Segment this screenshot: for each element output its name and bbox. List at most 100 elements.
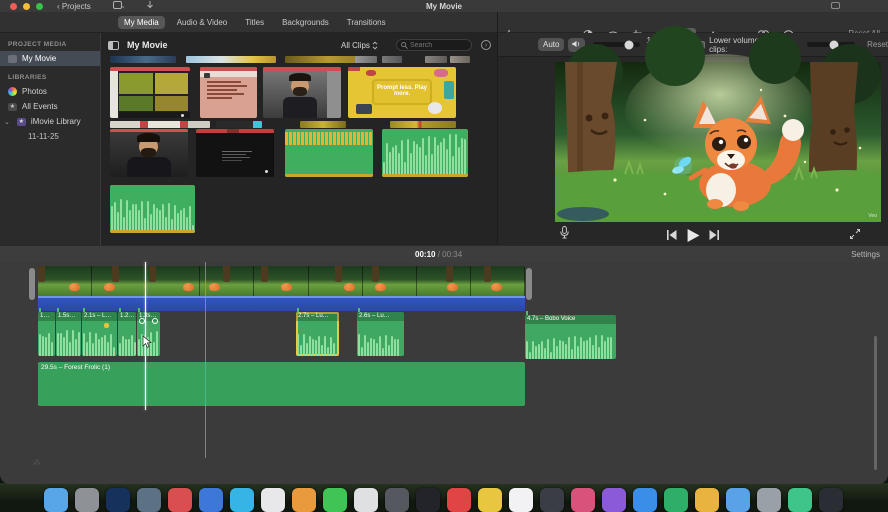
dock-app-icon[interactable] [416,488,440,512]
dock-app-icon[interactable] [509,488,533,512]
timeline-scrollbar[interactable] [874,336,877,470]
autoplay-circle-icon[interactable]: › [481,40,491,50]
thumbnail-audio-waveform[interactable] [382,129,468,177]
import-media-icon[interactable] [113,1,124,11]
tab-audio-video[interactable]: Audio & Video [171,16,234,29]
filmstrip-frame[interactable] [200,266,254,296]
volume-slider-knob[interactable] [625,40,634,49]
sfx-clip-5[interactable]: 1.3s… [137,312,160,356]
thumbnail-yellow-promo[interactable]: Prompt less. Play more. [348,67,456,118]
filmstrip-frame[interactable] [254,266,308,296]
download-arrow-icon[interactable] [146,1,154,12]
search-input[interactable] [410,42,466,49]
filmstrip-clip-gray-1[interactable] [355,56,377,63]
dock-app-icon[interactable] [261,488,285,512]
timeline-filmstrip[interactable] [38,266,525,296]
clip-trim-handle-right[interactable] [526,268,532,300]
fade-handle-icon[interactable] [152,318,158,324]
thumbnail-notes-page[interactable] [200,67,257,118]
filmstrip-clip-gray-4[interactable] [450,56,470,63]
sidebar-item-photos[interactable]: Photos [0,84,100,99]
dock-app-icon[interactable] [478,488,502,512]
back-to-projects-button[interactable]: ‹ Projects [57,2,91,11]
chevron-down-icon[interactable]: ⌄ [4,118,10,126]
dock-app-icon[interactable] [230,488,254,512]
filmstrip-frame[interactable] [309,266,363,296]
auto-volume-button[interactable]: Auto [538,38,564,51]
dock-app-icon[interactable] [602,488,626,512]
thumbnail-presenter-webcam[interactable] [263,67,341,118]
sidebar-item-event-11-11-25[interactable]: 11-11-25 [0,129,100,143]
close-window-button[interactable] [10,3,17,10]
thumbnail-audio-waveform-2[interactable] [110,185,195,233]
dock-app-icon[interactable] [354,488,378,512]
next-frame-icon[interactable] [710,230,720,240]
dock-app-icon[interactable] [633,488,657,512]
previous-frame-icon[interactable] [667,230,677,240]
dock-app-icon[interactable] [726,488,750,512]
filmstrip-clip-blue[interactable] [110,56,176,63]
video-audio-bar[interactable] [38,296,525,311]
dock-app-icon[interactable] [44,488,68,512]
dock-app-icon[interactable] [664,488,688,512]
sidebar-item-imovie-library[interactable]: ⌄ ★ iMovie Library [0,114,100,129]
voice-clip-bobo[interactable]: 4.7s – Bobo Voice [525,315,616,359]
filmstrip-frame[interactable] [417,266,471,296]
dock-app-icon[interactable] [447,488,471,512]
dock-app-icon[interactable] [323,488,347,512]
settings-button[interactable]: Settings [851,250,880,259]
filmstrip-clip-gradient[interactable] [186,56,276,63]
thumbnail-dark-screen-recording[interactable] [196,129,274,177]
sfx-clip-3[interactable]: 2.1s – L… [82,312,117,356]
filmstrip-frame[interactable] [92,266,146,296]
filmstrip-clip-gray-2[interactable] [382,56,402,63]
clip-marker-icon[interactable] [104,323,109,328]
clips-filter-dropdown[interactable]: All Clips [341,41,378,50]
sfx-clip-2[interactable]: 1.5s… [56,312,81,356]
filmstrip-clip-gray-3[interactable] [425,56,447,63]
sfx-clip-6-selected[interactable]: 2.7s – Lu… [296,312,339,356]
dock-app-icon[interactable] [571,488,595,512]
dock-app-icon[interactable] [385,488,409,512]
sidebar-item-all-events[interactable]: ★ All Events [0,99,100,114]
sfx-clip-4[interactable]: 1.2… [118,312,136,356]
filmstrip-frame[interactable] [146,266,200,296]
dock-app-icon[interactable] [75,488,99,512]
display-icon[interactable] [831,2,840,9]
tab-my-media[interactable]: My Media [118,16,165,29]
thumbnail-presenter-portrait[interactable] [110,129,188,177]
dock-app-icon[interactable] [106,488,130,512]
filmstrip-clip-dark-cyan[interactable] [216,121,262,128]
tab-titles[interactable]: Titles [239,16,270,29]
thumbnail-audio-clipped[interactable] [285,129,373,177]
preview-viewer[interactable]: Veo [555,62,881,222]
play-button-icon[interactable] [687,229,700,242]
sfx-clip-7[interactable]: 2.6s – Lu… [357,312,404,356]
dock-app-icon[interactable] [540,488,564,512]
dock-app-icon[interactable] [819,488,843,512]
dock-app-icon[interactable] [695,488,719,512]
dock-app-icon[interactable] [788,488,812,512]
filmstrip-frame[interactable] [363,266,417,296]
voiceover-mic-icon[interactable] [560,226,569,244]
music-clip-forest-frolic[interactable]: 29.5s – Forest Frolic (1) [38,362,525,406]
tab-transitions[interactable]: Transitions [341,16,392,29]
fullscreen-icon[interactable] [850,226,860,244]
sidebar-toggle-icon[interactable] [108,41,119,50]
dock-app-icon[interactable] [292,488,316,512]
clip-trim-handle-left[interactable] [29,268,35,300]
tab-backgrounds[interactable]: Backgrounds [276,16,335,29]
zoom-window-button[interactable] [36,3,43,10]
filmstrip-clip-olive-2[interactable] [300,121,346,128]
dock-app-icon[interactable] [137,488,161,512]
reset-button[interactable]: Reset [867,40,888,49]
search-field[interactable] [396,39,472,51]
sfx-clip-1[interactable]: 1… [38,312,55,356]
filmstrip-frame[interactable] [38,266,92,296]
filmstrip-clip-olive-3[interactable] [390,121,456,128]
sidebar-item-my-movie[interactable]: My Movie [0,51,100,66]
filmstrip-clip-light[interactable] [110,121,210,128]
filmstrip-frame[interactable] [471,266,525,296]
minimize-window-button[interactable] [23,3,30,10]
dock-app-icon[interactable] [199,488,223,512]
